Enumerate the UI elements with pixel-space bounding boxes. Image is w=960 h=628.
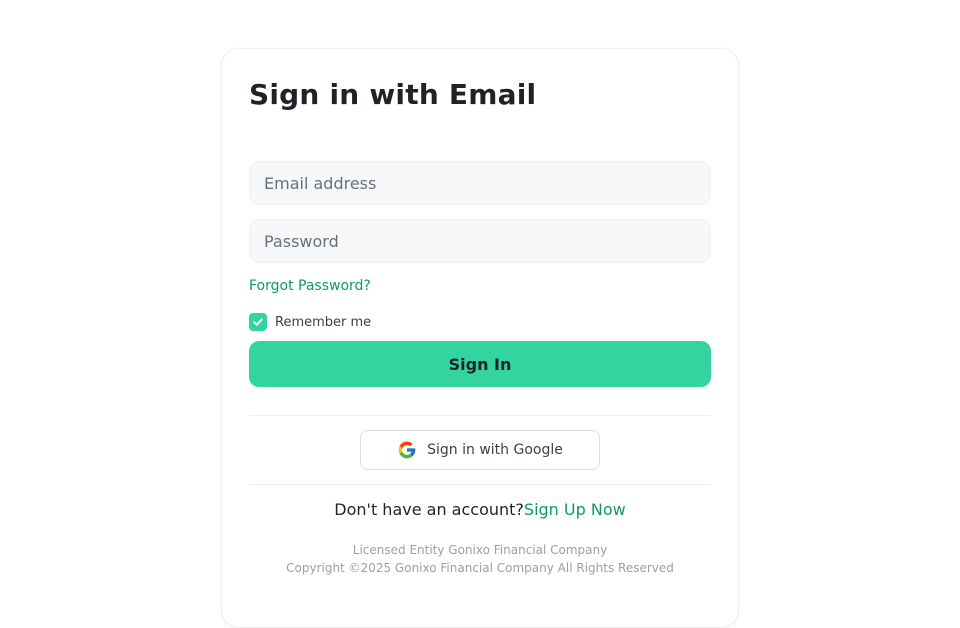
login-card [221,48,739,628]
password-field[interactable] [249,219,711,263]
google-sign-in-button[interactable]: Sign in with Google [360,430,600,470]
page-title: Sign in with Email [249,78,537,111]
email-field[interactable] [249,161,711,205]
google-sign-in-label: Sign in with Google [427,442,563,458]
divider [249,415,711,416]
signup-prompt: Don't have an account? [334,500,524,519]
forgot-password-link[interactable]: Forgot Password? [249,278,371,294]
footer-copyright-text: Copyright ©2025 Gonixo Financial Company… [286,561,674,575]
remember-me-label: Remember me [275,314,372,330]
signup-row: Don't have an account?Sign Up Now [221,500,739,519]
sign-up-link[interactable]: Sign Up Now [524,500,626,519]
sign-in-button[interactable]: Sign In [249,341,711,387]
footer-license-text: Licensed Entity Gonixo Financial Company [352,543,608,557]
remember-me-checkbox[interactable]: Remember me [249,313,371,331]
google-icon [398,441,416,459]
divider [249,484,711,485]
checkbox-checked-icon[interactable] [249,313,267,331]
